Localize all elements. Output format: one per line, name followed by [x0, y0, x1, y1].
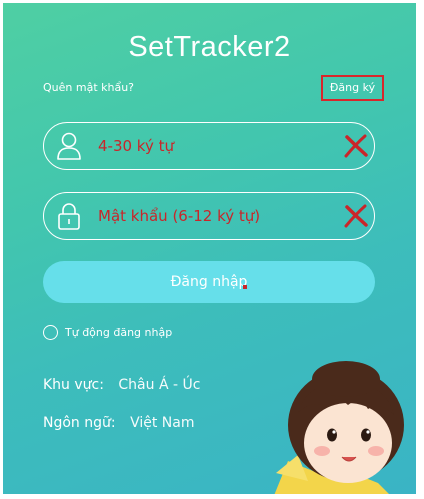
clear-username-icon[interactable]	[343, 134, 369, 158]
region-row[interactable]: Khu vực: Châu Á - Úc	[43, 377, 200, 393]
region-label: Khu vực:	[43, 377, 104, 393]
language-row[interactable]: Ngôn ngữ: Việt Nam	[43, 415, 194, 431]
login-button[interactable]: Đăng nhập	[43, 261, 375, 303]
username-placeholder: 4-30 ký tự	[98, 137, 174, 155]
password-placeholder: Mật khẩu (6-12 ký tự)	[98, 207, 261, 225]
forgot-password-link[interactable]: Quên mật khẩu?	[43, 81, 134, 94]
lock-icon	[58, 203, 80, 230]
language-label: Ngôn ngữ:	[43, 415, 116, 431]
auto-login-radio[interactable]	[43, 325, 58, 340]
login-button-label: Đăng nhập	[170, 274, 248, 290]
language-value[interactable]: Việt Nam	[130, 415, 194, 431]
password-field[interactable]: Mật khẩu (6-12 ký tự)	[43, 192, 375, 240]
login-screen: SetTracker2 Quên mật khẩu? Đăng ký 4-30 …	[3, 3, 416, 494]
username-field[interactable]: 4-30 ký tự	[43, 122, 375, 170]
register-link[interactable]: Đăng ký	[321, 75, 384, 101]
cartoon-girl-illustration	[274, 361, 404, 494]
cursor-dot	[243, 285, 247, 289]
region-value[interactable]: Châu Á - Úc	[118, 377, 200, 393]
app-title: SetTracker2	[128, 31, 291, 63]
clear-password-icon[interactable]	[343, 204, 369, 228]
user-icon	[57, 132, 81, 160]
auto-login-label: Tự động đăng nhập	[65, 326, 173, 339]
